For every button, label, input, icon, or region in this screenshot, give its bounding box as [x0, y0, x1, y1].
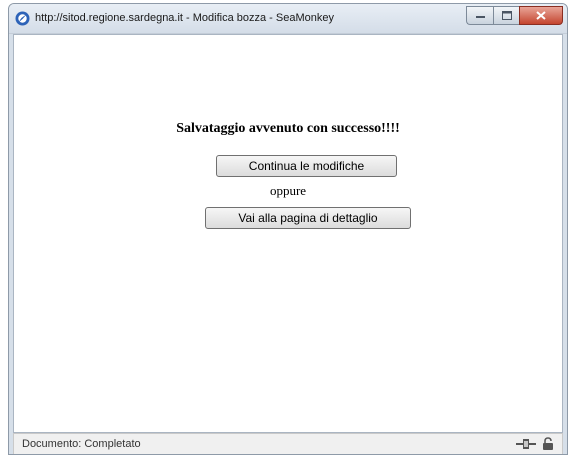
continue-editing-button[interactable]: Continua le modifiche: [216, 155, 397, 177]
page-content: Salvataggio avvenuto con successo!!!! Co…: [13, 34, 563, 433]
status-bar: Documento: Completato: [13, 433, 563, 454]
or-label: oppure: [269, 183, 307, 198]
lock-icon[interactable]: [542, 437, 554, 450]
network-icon[interactable]: [516, 438, 536, 450]
close-icon: [536, 11, 546, 20]
go-to-detail-page-button[interactable]: Vai alla pagina di dettaglio: [205, 207, 411, 229]
status-text: Documento: Completato: [22, 438, 141, 450]
maximize-button[interactable]: [493, 6, 519, 25]
status-icons: [516, 437, 554, 450]
browser-window: http://sitod.regione.sardegna.it - Modif…: [8, 3, 568, 455]
window-controls: [466, 6, 563, 26]
window-title: http://sitod.regione.sardegna.it - Modif…: [35, 12, 334, 24]
success-message: Salvataggio avvenuto con successo!!!!: [176, 121, 400, 136]
minimize-icon: [475, 15, 485, 18]
seamonkey-app-icon: [15, 11, 30, 26]
title-bar[interactable]: http://sitod.regione.sardegna.it - Modif…: [9, 4, 567, 34]
minimize-button[interactable]: [466, 6, 493, 25]
maximize-icon: [501, 11, 512, 20]
close-button[interactable]: [519, 6, 563, 25]
